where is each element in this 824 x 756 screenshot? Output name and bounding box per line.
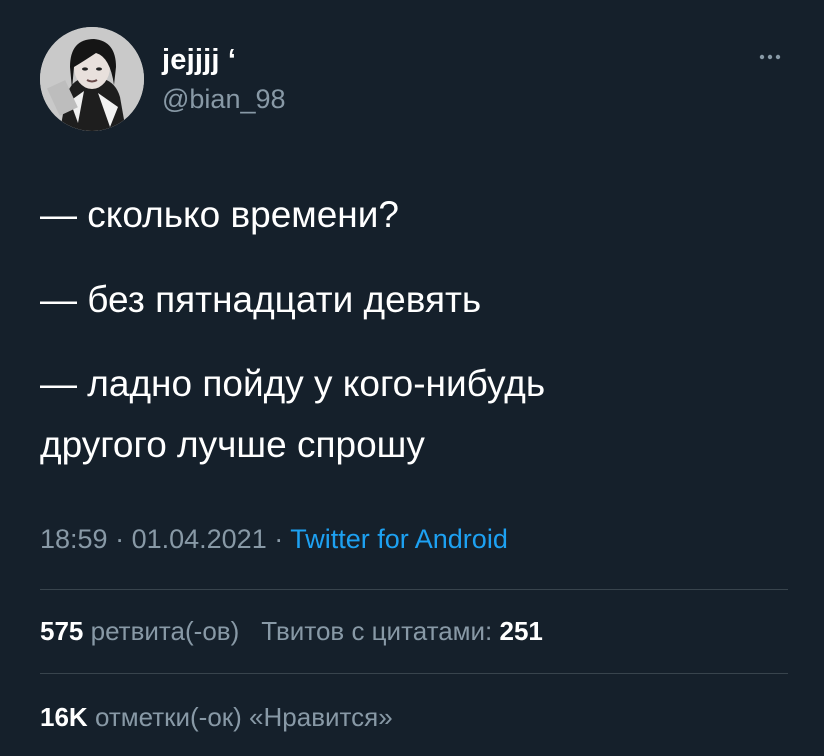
ellipsis-icon[interactable] — [752, 45, 788, 69]
divider — [40, 589, 788, 590]
tweet-date[interactable]: 01.04.2021 — [132, 524, 267, 554]
tweet-meta: 18:59 · 01.04.2021 · Twitter for Android — [40, 524, 508, 555]
like-stats: 16K отметки(-ок) «Нравится» — [40, 702, 393, 733]
meta-separator: · — [266, 524, 291, 554]
divider — [40, 673, 788, 674]
retweets-label: ретвита(-ов) — [90, 616, 240, 646]
quotes-link[interactable]: Твитов с цитатами: 251 — [261, 616, 543, 646]
quotes-label: Твитов с цитатами: — [261, 616, 493, 646]
likes-count: 16K — [40, 702, 88, 732]
retweet-stats: 575 ретвита(-ов) Твитов с цитатами: 251 — [40, 616, 543, 647]
tweet-detail: jejjjj ‘ @bian_98 — сколько времени? — б… — [0, 0, 824, 756]
tweet-source-link[interactable]: Twitter for Android — [290, 524, 508, 554]
avatar[interactable] — [40, 27, 144, 131]
profile-photo-icon — [40, 27, 144, 131]
tweet-text-line: — сколько времени? — [40, 194, 399, 235]
likes-label: отметки(-ок) «Нравится» — [94, 702, 393, 732]
retweets-count: 575 — [40, 616, 84, 646]
tweet-text-line: — ладно пойду у кого-нибудь — [40, 363, 546, 404]
tweet-text-line: — без пятнадцати девять — [40, 279, 482, 320]
quotes-count: 251 — [499, 616, 543, 646]
user-handle[interactable]: @bian_98 — [162, 84, 286, 115]
tweet-time[interactable]: 18:59 — [40, 524, 108, 554]
tweet-text-line: другого лучше спрошу — [40, 424, 425, 465]
meta-separator: · — [107, 524, 132, 554]
likes-link[interactable]: 16K отметки(-ок) «Нравится» — [40, 702, 393, 732]
display-name[interactable]: jejjjj ‘ — [162, 44, 236, 77]
retweets-link[interactable]: 575 ретвита(-ов) — [40, 616, 239, 646]
